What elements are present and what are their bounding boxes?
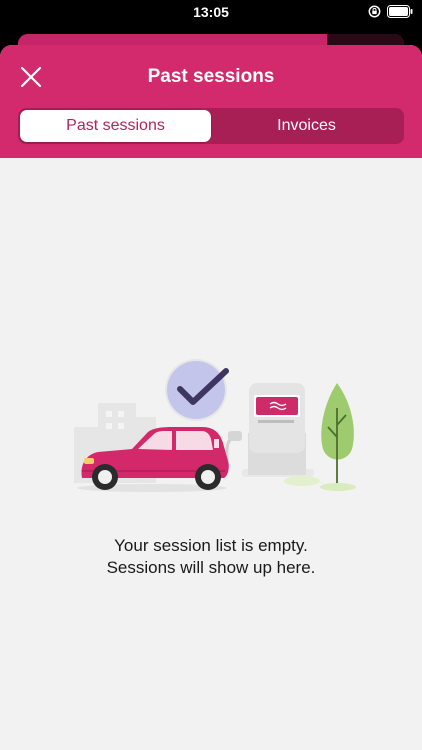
- past-sessions-sheet: Past sessions Past sessions Invoices You…: [0, 45, 422, 750]
- battery-icon: [387, 5, 413, 18]
- empty-state-illustration: [74, 359, 356, 492]
- orientation-lock-icon: [368, 5, 381, 18]
- empty-state-line-1: Your session list is empty.: [114, 536, 308, 555]
- tab-past-sessions[interactable]: Past sessions: [20, 110, 211, 142]
- empty-state-line-2: Sessions will show up here.: [106, 558, 316, 577]
- page-title: Past sessions: [147, 66, 275, 87]
- status-bar: 13:05: [0, 0, 422, 26]
- app-screen: 13:05 Past sessions Past sessions Invoic…: [0, 0, 422, 750]
- status-icons: [368, 5, 413, 18]
- charging-station-icon: [225, 383, 314, 477]
- sheet-header: Past sessions Past sessions Invoices: [0, 45, 422, 158]
- tab-switcher: Past sessions Invoices: [18, 108, 404, 144]
- check-circle-icon: [165, 359, 229, 421]
- status-time: 13:05: [193, 4, 229, 20]
- tab-invoices[interactable]: Invoices: [211, 110, 402, 142]
- empty-state-message: Your session list is empty. Sessions wil…: [0, 535, 422, 579]
